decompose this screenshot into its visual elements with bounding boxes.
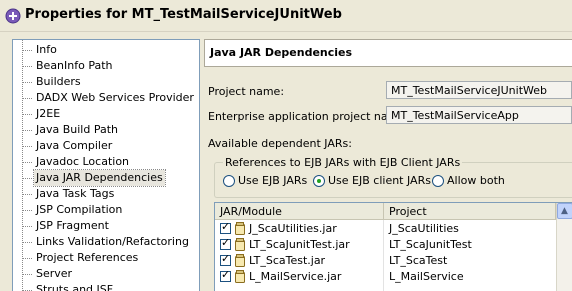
jar-checkbox[interactable]: ✓ bbox=[220, 268, 231, 282]
tree-guide-line bbox=[22, 40, 23, 291]
project-name: LT_ScaJunitTest bbox=[389, 238, 472, 251]
chevron-up-icon: ▲ bbox=[561, 206, 568, 216]
page-header: Java JAR Dependencies bbox=[204, 39, 572, 67]
jar-icon bbox=[235, 270, 245, 283]
radio-circle bbox=[223, 175, 235, 187]
jar-name: J_ScaUtilities.jar bbox=[249, 222, 337, 235]
jar-dependencies-table[interactable]: JAR/Module Project ✓ J_ScaUtilities.jar … bbox=[214, 202, 572, 291]
project-name-label: Project name: bbox=[208, 85, 285, 98]
available-jars-label: Available dependent JARs: bbox=[208, 137, 352, 150]
table-row[interactable]: ✓ LT_ScaJunitTest.jar LT_ScaJunitTest bbox=[215, 236, 572, 253]
vertical-scrollbar[interactable]: ▲ bbox=[556, 203, 572, 291]
jar-name: LT_ScaTest.jar bbox=[249, 254, 326, 267]
ejb-references-group: References to EJB JARs with EJB Client J… bbox=[214, 156, 572, 198]
properties-icon bbox=[5, 8, 21, 24]
table-row[interactable]: ✓ J_ScaUtilities.jar J_ScaUtilities bbox=[215, 220, 572, 237]
column-header-project[interactable]: Project bbox=[384, 203, 556, 220]
jar-checkbox[interactable]: ✓ bbox=[220, 236, 231, 250]
window-title: Properties for MT_TestMailServiceJUnitWe… bbox=[25, 7, 342, 22]
project-name: L_MailService bbox=[389, 270, 464, 283]
jar-icon bbox=[235, 222, 245, 235]
table-row[interactable]: ✓ LT_ScaTest.jar LT_ScaTest bbox=[215, 252, 572, 269]
jar-icon bbox=[235, 254, 245, 267]
column-header-jar-module[interactable]: JAR/Module bbox=[215, 203, 384, 220]
scroll-up-button[interactable]: ▲ bbox=[557, 203, 572, 219]
project-name-field: MT_TestMailServiceJUnitWeb bbox=[386, 81, 572, 99]
enterprise-project-field: MT_TestMailServiceApp bbox=[386, 106, 572, 124]
project-name: J_ScaUtilities bbox=[389, 222, 459, 235]
jar-checkbox[interactable]: ✓ bbox=[220, 220, 231, 234]
jar-name: LT_ScaJunitTest.jar bbox=[249, 238, 350, 251]
table-row[interactable]: ✓ L_MailService.jar L_MailService bbox=[215, 268, 572, 285]
jar-checkbox[interactable]: ✓ bbox=[220, 252, 231, 266]
radio-circle-selected bbox=[313, 175, 325, 187]
ejb-references-group-label: References to EJB JARs with EJB Client J… bbox=[223, 156, 463, 169]
enterprise-project-label: Enterprise application project name: bbox=[208, 110, 409, 123]
property-page: Java JAR Dependencies Project name: MT_T… bbox=[204, 39, 572, 291]
jar-name: L_MailService.jar bbox=[249, 270, 342, 283]
page-title: Java JAR Dependencies bbox=[210, 46, 353, 59]
property-page-tree[interactable]: Info BeanInfo Path Builders DADX Web Ser… bbox=[12, 39, 200, 291]
jar-icon bbox=[235, 238, 245, 251]
title-bar: Properties for MT_TestMailServiceJUnitWe… bbox=[0, 0, 572, 32]
project-name: LT_ScaTest bbox=[389, 254, 448, 267]
radio-circle bbox=[432, 175, 444, 187]
